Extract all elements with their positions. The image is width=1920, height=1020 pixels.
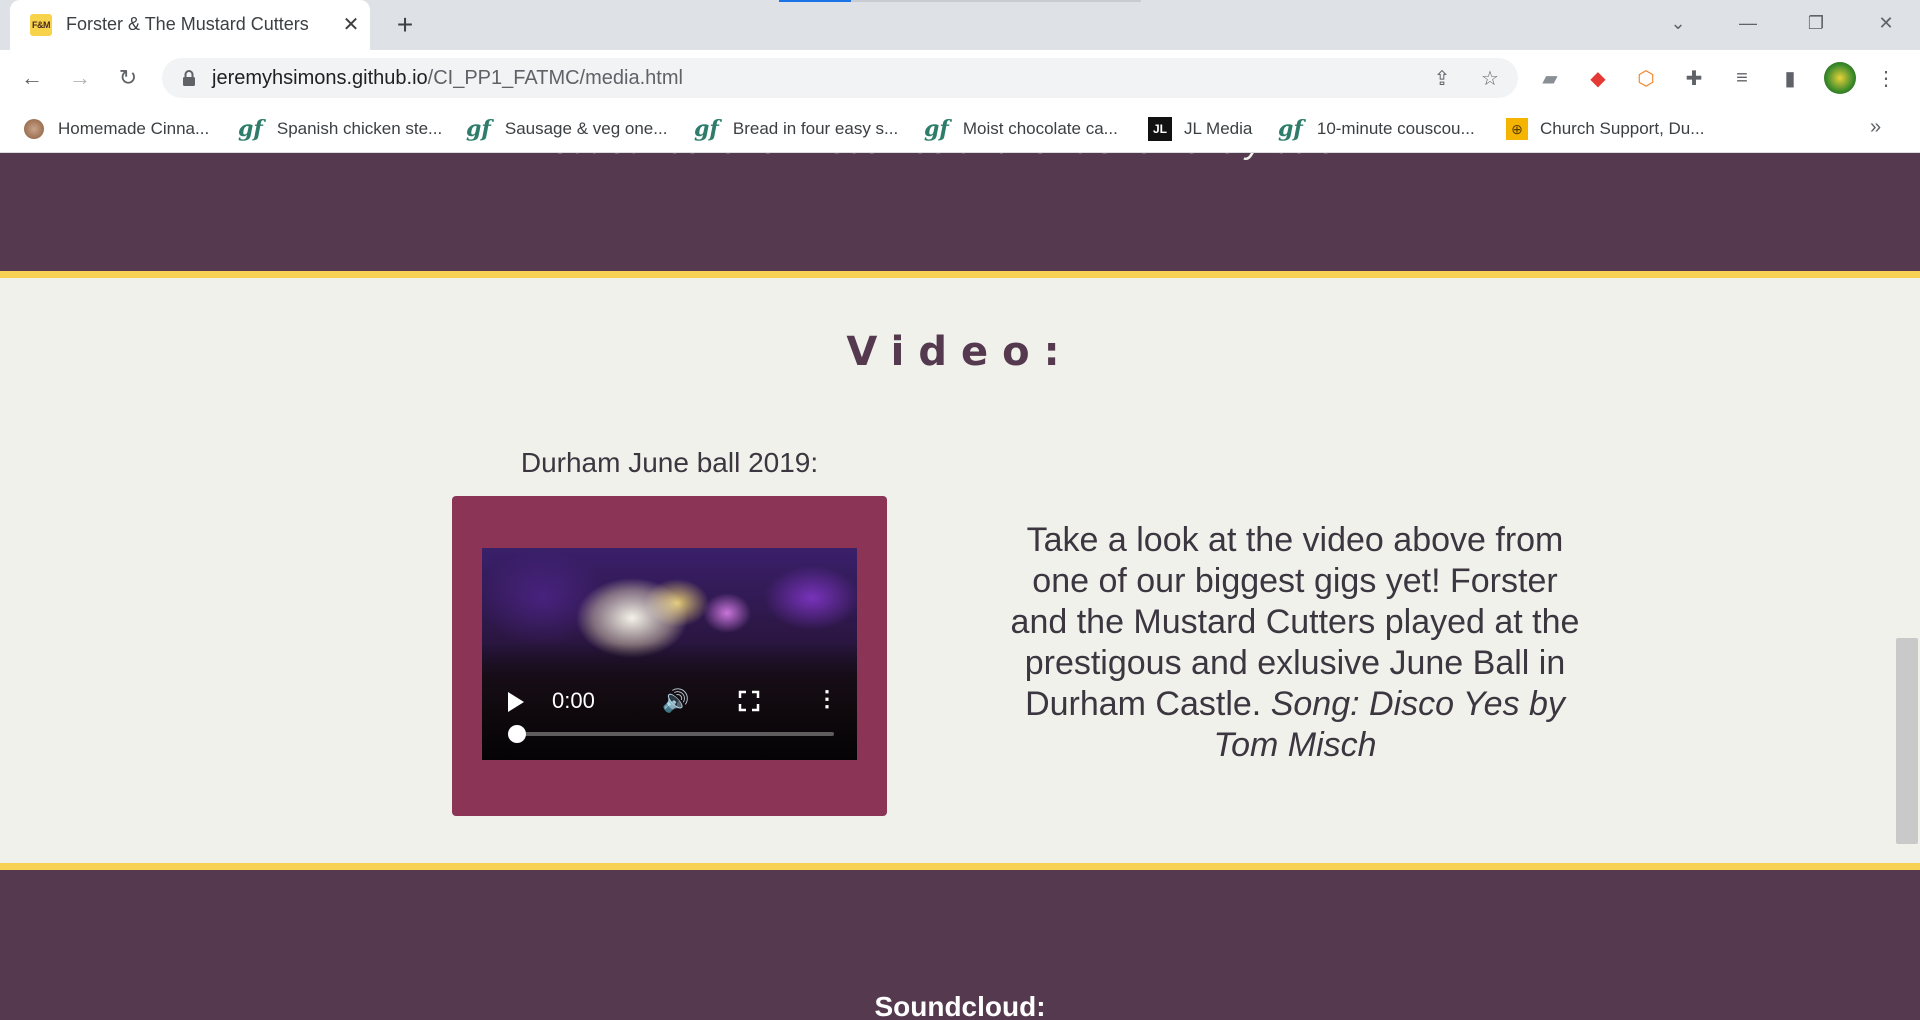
page-viewport: out our cover of Disco Yes and Isn't She… bbox=[0, 153, 1920, 1020]
bookmark-item[interactable]: gf Sausage & veg one... bbox=[466, 114, 667, 144]
bookmark-label: 10-minute couscou... bbox=[1316, 119, 1475, 138]
video-title: Durham June ball 2019: bbox=[520, 447, 819, 478]
extension-g-icon[interactable]: ⬡ bbox=[1632, 64, 1660, 92]
side-panel-icon[interactable]: ▮ bbox=[1776, 64, 1804, 92]
close-tab-icon[interactable]: ✕ bbox=[338, 11, 364, 37]
church-icon: ⊕ bbox=[1506, 118, 1528, 140]
play-icon[interactable] bbox=[508, 692, 524, 712]
bookmarks-bar: Homemade Cinna... gf Spanish chicken ste.… bbox=[0, 106, 1920, 153]
video-controls: 0:00 🔊 ⋮ bbox=[482, 678, 857, 760]
video-more-options-icon[interactable]: ⋮ bbox=[816, 686, 838, 712]
video-frame: 0:00 🔊 ⋮ bbox=[452, 496, 887, 816]
section-divider bbox=[0, 271, 1920, 278]
extension-red-icon[interactable]: ◆ bbox=[1584, 64, 1612, 92]
soundcloud-heading: Soundcloud: bbox=[874, 991, 1046, 1020]
browser-toolbar: ← → ↻ jeremyhsimons.github.io/CI_PP1_FAT… bbox=[0, 50, 1920, 106]
new-tab-button[interactable]: + bbox=[390, 9, 420, 40]
extensions-puzzle-icon[interactable]: ✚ bbox=[1680, 64, 1708, 92]
back-arrow-icon[interactable]: ← bbox=[16, 62, 48, 94]
share-icon[interactable]: ⇪ bbox=[1430, 66, 1454, 90]
minimize-button[interactable]: — bbox=[1728, 8, 1768, 38]
bookmark-label: Sausage & veg one... bbox=[504, 119, 668, 138]
jl-icon: JL bbox=[1148, 117, 1172, 141]
section-divider bbox=[0, 863, 1920, 870]
tab-loading-indicator bbox=[779, 0, 851, 2]
tab-title: Forster & The Mustard Cutters bbox=[66, 14, 309, 34]
bookmark-star-icon[interactable]: ☆ bbox=[1478, 66, 1502, 90]
volume-icon[interactable]: 🔊 bbox=[662, 688, 689, 714]
bookmark-item[interactable]: gf Spanish chicken ste... bbox=[238, 114, 442, 144]
intro-text-cut-off: out our cover of Disco Yes and Isn't She… bbox=[0, 153, 1920, 162]
bookmark-item[interactable]: gf Moist chocolate ca... bbox=[924, 114, 1118, 144]
bookmark-label: Spanish chicken ste... bbox=[276, 119, 443, 138]
url-path: /CI_PP1_FATMC/media.html bbox=[427, 67, 683, 89]
restore-button[interactable]: ❐ bbox=[1796, 8, 1836, 38]
bookmark-label: JL Media bbox=[1184, 119, 1253, 138]
bookmark-item[interactable]: gf 10-minute couscou... bbox=[1278, 114, 1475, 144]
reload-icon[interactable]: ↻ bbox=[112, 62, 144, 94]
close-window-button[interactable]: ✕ bbox=[1866, 8, 1906, 38]
video-heading: Video: bbox=[846, 329, 1074, 375]
video-seek-knob[interactable] bbox=[508, 725, 526, 743]
bookmark-label: Moist chocolate ca... bbox=[962, 119, 1118, 138]
page-scrollbar-thumb[interactable] bbox=[1896, 638, 1918, 844]
food-photo-icon bbox=[24, 119, 44, 139]
lock-icon bbox=[183, 70, 195, 86]
tab-search-chevron-icon[interactable]: ⌄ bbox=[1658, 8, 1698, 38]
bookmark-item[interactable]: JL JL Media bbox=[1148, 114, 1252, 144]
video-seek-bar[interactable] bbox=[508, 725, 834, 743]
gf-icon: gf bbox=[466, 116, 491, 142]
bookmark-label: Bread in four easy s... bbox=[732, 119, 899, 138]
profile-avatar[interactable] bbox=[1824, 62, 1856, 94]
gf-icon: gf bbox=[238, 116, 263, 142]
forward-arrow-icon[interactable]: → bbox=[64, 62, 96, 94]
address-bar[interactable]: jeremyhsimons.github.io/CI_PP1_FATMC/med… bbox=[162, 58, 1518, 98]
extension-chat-icon[interactable]: ▰ bbox=[1536, 64, 1564, 92]
video-description: Take a look at the video above from one … bbox=[1000, 520, 1590, 766]
bookmark-label: Church Support, Du... bbox=[1540, 119, 1705, 138]
active-tab[interactable]: F&M Forster & The Mustard Cutters ✕ bbox=[10, 0, 370, 50]
video-time: 0:00 bbox=[552, 688, 595, 713]
intro-section: out our cover of Disco Yes and Isn't She… bbox=[0, 153, 1920, 271]
menu-kebab-icon[interactable]: ⋮ bbox=[1872, 64, 1900, 92]
url-host: jeremyhsimons.github.io bbox=[212, 67, 428, 89]
tab-strip: F&M Forster & The Mustard Cutters ✕ + ⌄ … bbox=[0, 0, 1920, 50]
url-text: jeremyhsimons.github.io/CI_PP1_FATMC/med… bbox=[212, 67, 683, 90]
more-bookmarks-icon[interactable]: » bbox=[1870, 116, 1881, 139]
video-player[interactable]: 0:00 🔊 ⋮ bbox=[482, 548, 857, 760]
tab-loading-track bbox=[851, 0, 1141, 2]
bookmark-item[interactable]: Homemade Cinna... bbox=[24, 114, 209, 144]
fullscreen-icon[interactable] bbox=[738, 690, 760, 712]
gf-icon: gf bbox=[694, 116, 719, 142]
site-favicon-icon: F&M bbox=[30, 14, 52, 36]
gf-icon: gf bbox=[924, 116, 949, 142]
bookmark-item[interactable]: ⊕ Church Support, Du... bbox=[1506, 114, 1704, 144]
video-song-credit: Song: Disco Yes by Tom Misch bbox=[1213, 685, 1565, 764]
gf-icon: gf bbox=[1278, 116, 1303, 142]
media-queue-icon[interactable]: ≡ bbox=[1728, 64, 1756, 92]
bookmark-item[interactable]: gf Bread in four easy s... bbox=[694, 114, 898, 144]
bookmark-label: Homemade Cinna... bbox=[58, 119, 210, 138]
